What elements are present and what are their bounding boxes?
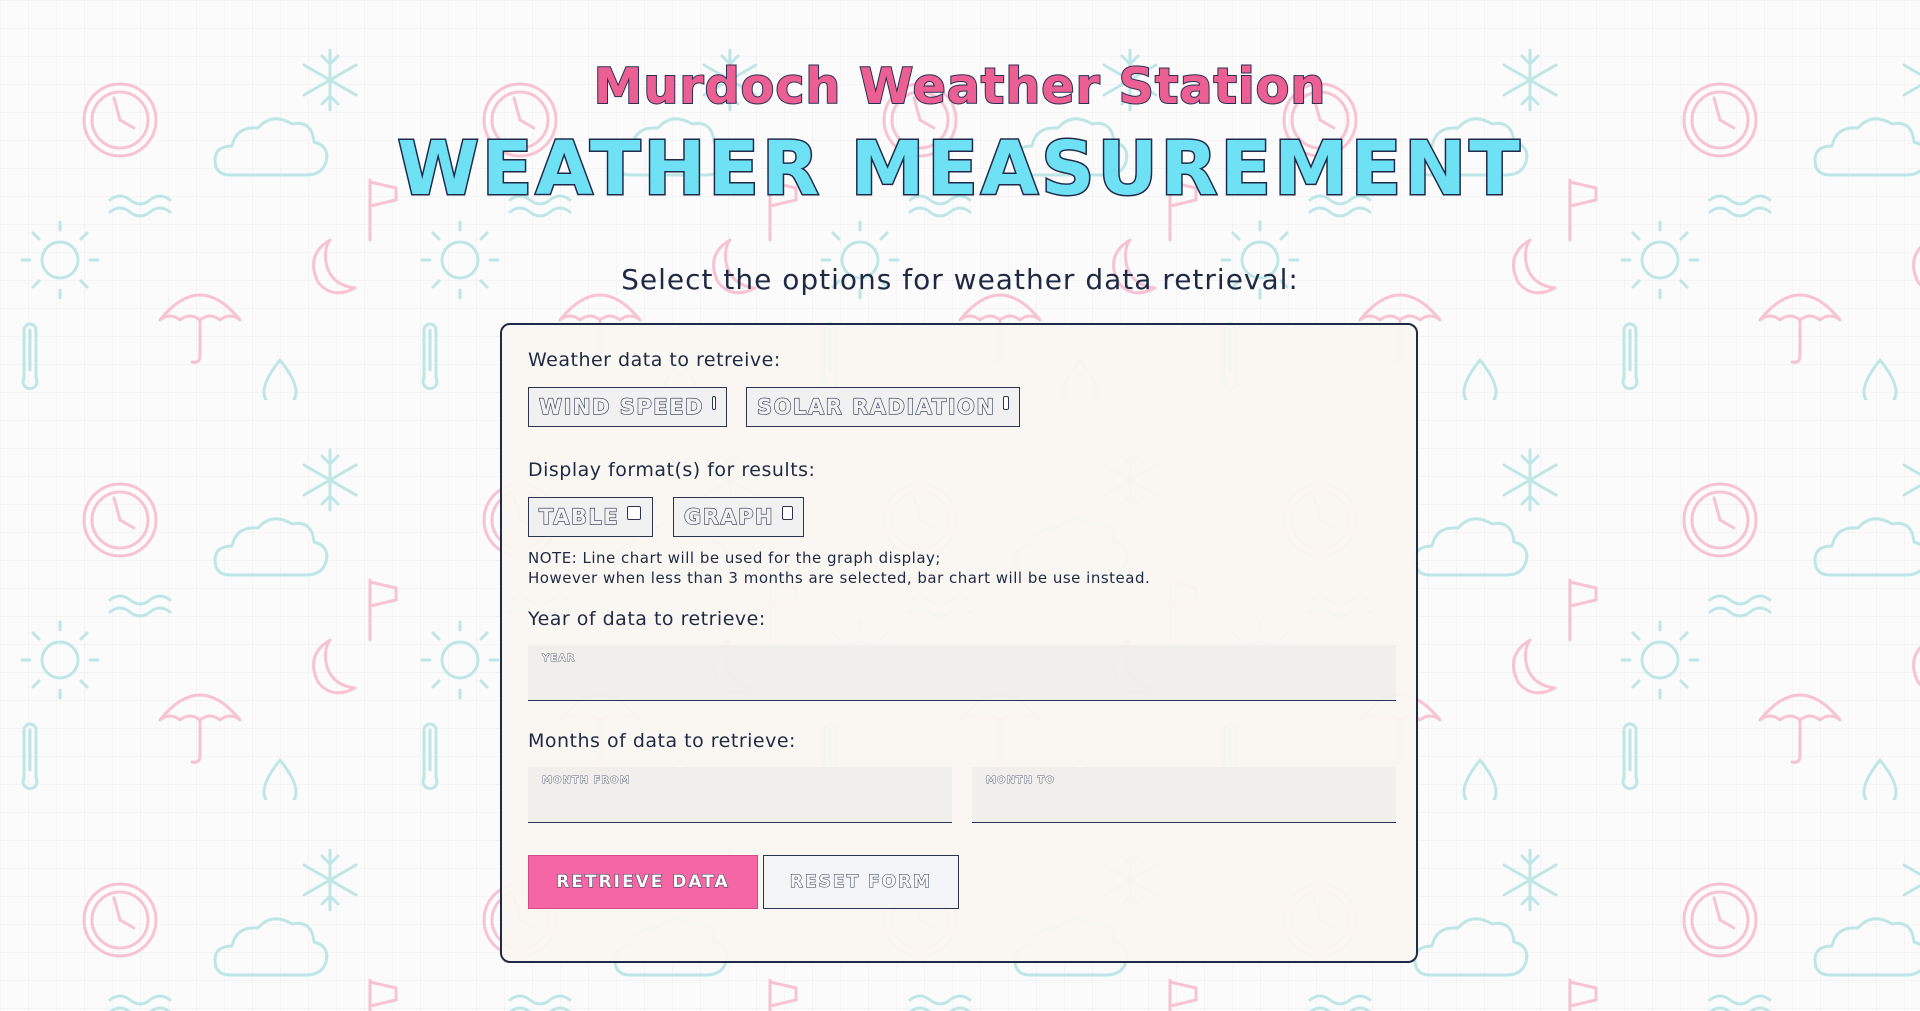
year-field[interactable]: YEAR — [528, 645, 1396, 701]
month-to-label: MONTH TO — [986, 775, 1055, 787]
chart-note-line-2: However when less than 3 months are sele… — [528, 569, 1151, 587]
graph-label: GRAPH — [683, 504, 775, 529]
month-from-field[interactable]: MONTH FROM — [528, 767, 952, 823]
main-title: WEATHER MEASUREMENT — [396, 126, 1523, 212]
wind-speed-label: WIND SPEED — [538, 394, 704, 419]
months-section-label: Months of data to retrieve: — [528, 730, 796, 752]
solar-radiation-label: SOLAR RADIATION — [756, 394, 996, 419]
wind-speed-checkbox[interactable] — [711, 396, 716, 410]
reset-form-button[interactable]: RESET FORM — [763, 855, 959, 909]
wind-speed-option[interactable]: WIND SPEED — [528, 387, 727, 427]
form-instructions: Select the options for weather data retr… — [621, 263, 1299, 296]
graph-checkbox[interactable] — [782, 506, 793, 520]
month-to-field[interactable]: MONTH TO — [972, 767, 1396, 823]
retrieve-data-button[interactable]: RETRIEVE DATA — [528, 855, 758, 909]
table-label: TABLE — [538, 504, 620, 529]
table-option[interactable]: TABLE — [528, 497, 653, 537]
graph-option[interactable]: GRAPH — [673, 497, 804, 537]
solar-radiation-option[interactable]: SOLAR RADIATION — [746, 387, 1020, 427]
display-format-label: Display format(s) for results: — [528, 459, 816, 481]
weather-data-label: Weather data to retreive: — [528, 349, 781, 371]
chart-note: NOTE: Line chart will be used for the gr… — [528, 548, 1150, 588]
year-field-label: YEAR — [542, 653, 576, 665]
station-title: Murdoch Weather Station — [593, 58, 1327, 115]
year-section-label: Year of data to retrieve: — [528, 608, 766, 630]
month-from-label: MONTH FROM — [542, 775, 631, 787]
weather-retrieval-form: Weather data to retreive: WIND SPEED SOL… — [500, 323, 1418, 963]
table-checkbox[interactable] — [627, 506, 642, 520]
solar-radiation-checkbox[interactable] — [1003, 396, 1009, 410]
chart-note-line-1: NOTE: Line chart will be used for the gr… — [528, 549, 941, 567]
